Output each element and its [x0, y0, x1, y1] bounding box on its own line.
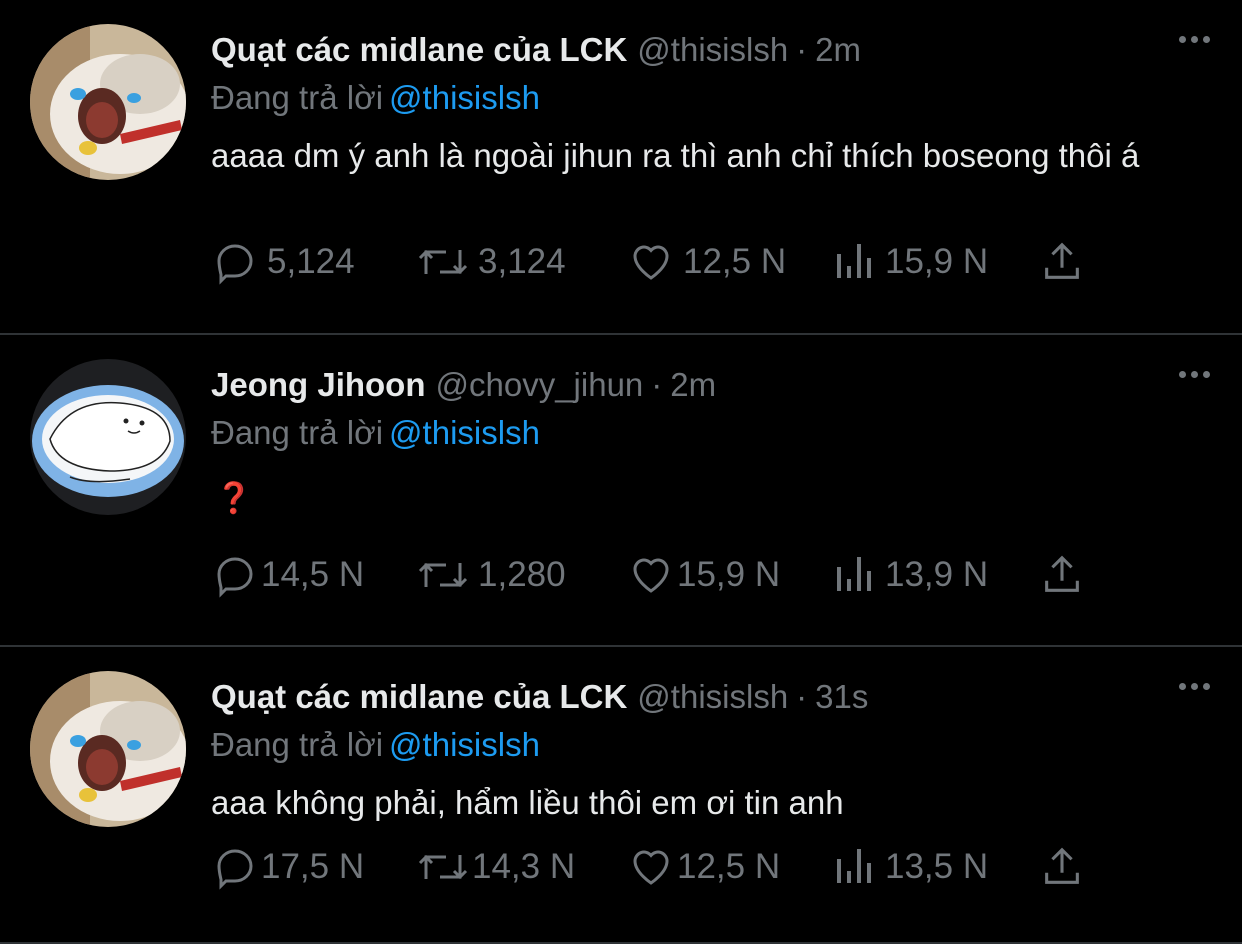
- views-button[interactable]: 13,5 N: [833, 843, 988, 891]
- reply-count: 17,5 N: [261, 847, 365, 886]
- tweet-header: Quạt các midlane của LCK @thisislsh · 2m: [211, 30, 1202, 70]
- share-button[interactable]: [1039, 238, 1085, 286]
- retweet-button[interactable]: 1,280: [416, 551, 566, 599]
- reply-button[interactable]: 17,5 N: [211, 843, 364, 891]
- views-button[interactable]: 15,9 N: [833, 238, 988, 286]
- retweet-count: 3,124: [478, 242, 566, 281]
- reply-prefix: Đang trả lời: [211, 79, 384, 116]
- tweet[interactable]: Jeong Jihoon @chovy_jihun · 2m Đang trả …: [0, 335, 1242, 647]
- hamster-avatar-icon: [30, 671, 186, 827]
- like-count: 12,5 N: [683, 242, 787, 281]
- views-button[interactable]: 13,9 N: [833, 551, 988, 599]
- separator-dot: ·: [796, 678, 808, 715]
- views-count: 13,9 N: [885, 555, 989, 594]
- reply-count: 5,124: [267, 242, 355, 281]
- user-handle[interactable]: @thisislsh: [637, 677, 788, 717]
- reply-mention-link[interactable]: @thisislsh: [389, 79, 540, 116]
- reply-mention-link[interactable]: @thisislsh: [389, 414, 540, 451]
- views-icon: [837, 557, 871, 591]
- reply-button[interactable]: 5,124: [211, 238, 355, 286]
- retweet-icon: [418, 854, 468, 880]
- reply-icon: [217, 244, 253, 285]
- user-handle[interactable]: @chovy_jihun: [436, 365, 644, 405]
- reply-mention-link[interactable]: @thisislsh: [389, 726, 540, 763]
- hamster-avatar-icon: [30, 24, 186, 180]
- share-button[interactable]: [1039, 843, 1085, 891]
- reply-icon: [217, 557, 253, 598]
- like-button[interactable]: 12,5 N: [627, 238, 786, 286]
- avatar[interactable]: [30, 24, 186, 180]
- tweet-text: aaa không phải, hẩm liều thôi em ơi tin …: [211, 784, 844, 821]
- like-button[interactable]: 15,9 N: [627, 551, 780, 599]
- more-dot: [1203, 683, 1210, 690]
- share-icon: [1045, 242, 1079, 279]
- tweet-text: aaaa dm ý anh là ngoài jihun ra thì anh …: [211, 137, 1140, 174]
- display-name[interactable]: Quạt các midlane của LCK: [211, 30, 627, 70]
- user-handle[interactable]: @thisislsh: [637, 30, 788, 70]
- tweet[interactable]: Quạt các midlane của LCK @thisislsh · 31…: [0, 647, 1242, 944]
- like-count: 15,9 N: [677, 555, 781, 594]
- like-button[interactable]: 12,5 N: [627, 843, 780, 891]
- retweet-icon: [418, 249, 468, 275]
- separator-dot: ·: [796, 31, 808, 68]
- tweet-header: Quạt các midlane của LCK @thisislsh · 31…: [211, 677, 1202, 717]
- retweet-button[interactable]: 3,124: [416, 238, 566, 286]
- reply-count: 14,5 N: [261, 555, 365, 594]
- display-name[interactable]: Jeong Jihoon: [211, 365, 426, 405]
- retweet-button[interactable]: 14,3 N: [416, 843, 575, 891]
- question-mark-emoji: ❓: [215, 482, 253, 515]
- views-count: 13,5 N: [885, 847, 989, 886]
- views-icon: [837, 849, 871, 883]
- reply-button[interactable]: 14,5 N: [211, 551, 364, 599]
- share-icon: [1045, 555, 1079, 592]
- views-count: 15,9 N: [885, 242, 989, 281]
- reply-context: Đang trả lời @thisislsh: [211, 78, 1202, 118]
- share-icon: [1045, 847, 1079, 884]
- reply-icon: [217, 849, 253, 890]
- more-dot: [1203, 371, 1210, 378]
- avatar[interactable]: [30, 671, 186, 827]
- tweet-content: Jeong Jihoon @chovy_jihun · 2m Đang trả …: [211, 365, 1202, 520]
- separator-dot: ·: [651, 366, 663, 403]
- timestamp[interactable]: 2m: [670, 365, 716, 405]
- tweet-text: ❓: [211, 475, 1202, 520]
- reply-context: Đang trả lời @thisislsh: [211, 725, 1202, 765]
- reply-context: Đang trả lời @thisislsh: [211, 413, 1202, 453]
- heart-icon: [633, 558, 669, 593]
- reply-prefix: Đang trả lời: [211, 414, 384, 451]
- tweet-content: Quạt các midlane của LCK @thisislsh · 31…: [211, 677, 1202, 824]
- timestamp[interactable]: 31s: [815, 677, 868, 717]
- retweet-count: 1,280: [478, 555, 566, 594]
- like-count: 12,5 N: [677, 847, 781, 886]
- cartoon-avatar-icon: [30, 359, 186, 515]
- heart-icon: [633, 850, 669, 885]
- tweet-header: Jeong Jihoon @chovy_jihun · 2m: [211, 365, 1202, 405]
- tweet-content: Quạt các midlane của LCK @thisislsh · 2m…: [211, 30, 1202, 177]
- retweet-count: 14,3 N: [472, 847, 576, 886]
- views-icon: [837, 244, 871, 278]
- retweet-icon: [418, 562, 468, 588]
- display-name[interactable]: Quạt các midlane của LCK: [211, 677, 627, 717]
- more-dot: [1203, 36, 1210, 43]
- share-button[interactable]: [1039, 551, 1085, 599]
- tweet[interactable]: Quạt các midlane của LCK @thisislsh · 2m…: [0, 0, 1242, 335]
- avatar[interactable]: [30, 359, 186, 515]
- heart-icon: [633, 245, 669, 280]
- timestamp[interactable]: 2m: [815, 30, 861, 70]
- reply-prefix: Đang trả lời: [211, 726, 384, 763]
